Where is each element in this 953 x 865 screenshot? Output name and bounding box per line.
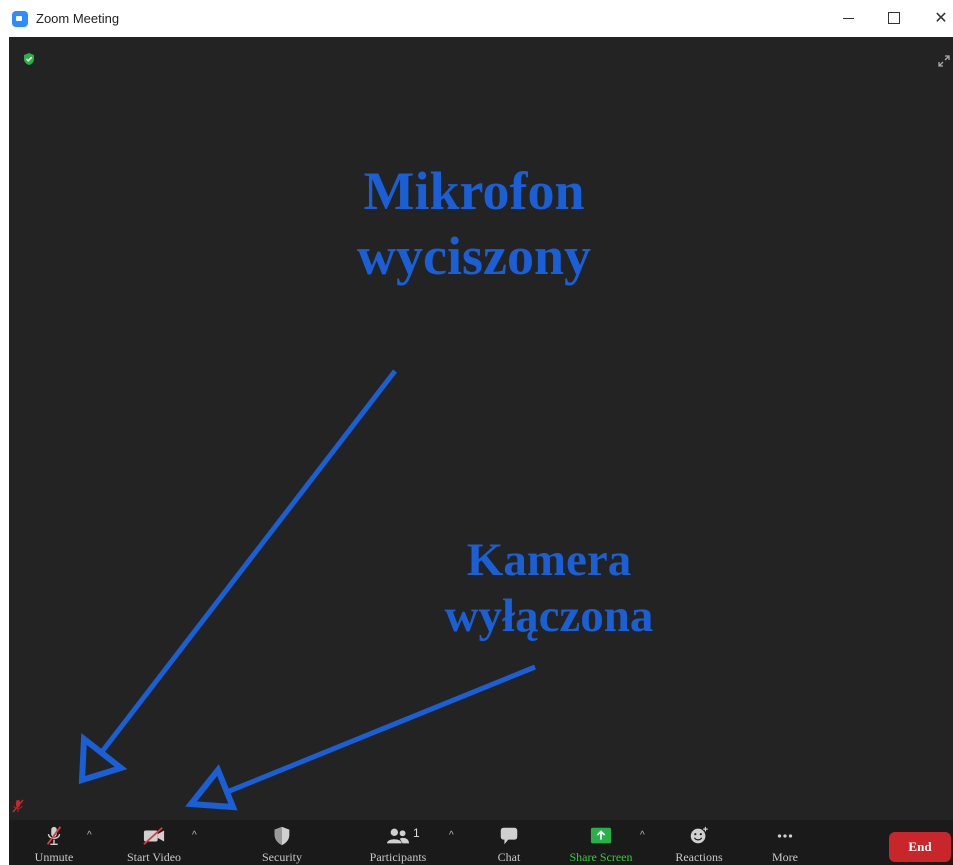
title-bar: Zoom Meeting ✕ bbox=[0, 0, 953, 37]
participants-button[interactable]: Participants bbox=[361, 820, 435, 865]
minimize-icon bbox=[842, 17, 854, 19]
window-title: Zoom Meeting bbox=[36, 11, 120, 26]
audio-options-caret[interactable]: ^ bbox=[87, 831, 97, 841]
zoom-app-icon bbox=[12, 11, 28, 27]
chat-button[interactable]: Chat bbox=[489, 820, 529, 865]
close-button[interactable]: ✕ bbox=[929, 6, 953, 30]
share-options-caret[interactable]: ^ bbox=[640, 831, 650, 841]
more-label: More bbox=[772, 850, 798, 864]
security-label: Security bbox=[262, 850, 302, 864]
participants-options-caret[interactable]: ^ bbox=[449, 831, 459, 841]
chat-bubble-icon bbox=[500, 827, 518, 845]
reactions-smiley-icon bbox=[690, 826, 708, 844]
share-screen-button[interactable]: Share Screen bbox=[561, 820, 641, 865]
annotation-arrows bbox=[78, 369, 536, 811]
participants-label: Participants bbox=[369, 850, 427, 864]
security-shield-icon bbox=[274, 826, 290, 846]
minimize-button[interactable] bbox=[836, 6, 860, 30]
muted-indicator-icon bbox=[12, 799, 24, 813]
share-screen-label: Share Screen bbox=[569, 850, 633, 864]
reactions-label: Reactions bbox=[675, 850, 723, 864]
maximize-button[interactable] bbox=[882, 6, 906, 30]
start-video-button[interactable]: Start Video bbox=[119, 820, 189, 865]
participants-icon bbox=[387, 828, 409, 844]
unmute-button[interactable]: Unmute bbox=[29, 820, 79, 865]
reactions-button[interactable]: Reactions bbox=[669, 820, 729, 865]
close-icon: ✕ bbox=[934, 10, 948, 27]
meeting-video-area: Mikrofon wyciszony Kamera wyłączona bbox=[9, 37, 953, 820]
video-off-icon bbox=[143, 827, 165, 845]
more-button[interactable]: More bbox=[765, 820, 805, 865]
arrow-to-camera bbox=[226, 664, 536, 795]
microphone-muted-icon bbox=[46, 826, 62, 845]
chat-label: Chat bbox=[497, 850, 521, 864]
unmute-label: Unmute bbox=[34, 850, 74, 864]
arrow-head-camera bbox=[185, 764, 238, 811]
maximize-icon bbox=[888, 12, 900, 24]
participants-count: 1 bbox=[413, 826, 420, 840]
end-meeting-button[interactable]: End bbox=[889, 832, 951, 862]
share-screen-icon bbox=[590, 827, 612, 844]
video-options-caret[interactable]: ^ bbox=[192, 831, 202, 841]
meeting-toolbar: Unmute ^ Start Video ^ Security Particip… bbox=[9, 820, 953, 865]
security-button[interactable]: Security bbox=[257, 820, 307, 865]
arrow-to-mic bbox=[99, 369, 397, 755]
more-dots-icon bbox=[777, 834, 793, 838]
arrow-head-mic bbox=[78, 733, 128, 785]
start-video-label: Start Video bbox=[126, 850, 182, 864]
